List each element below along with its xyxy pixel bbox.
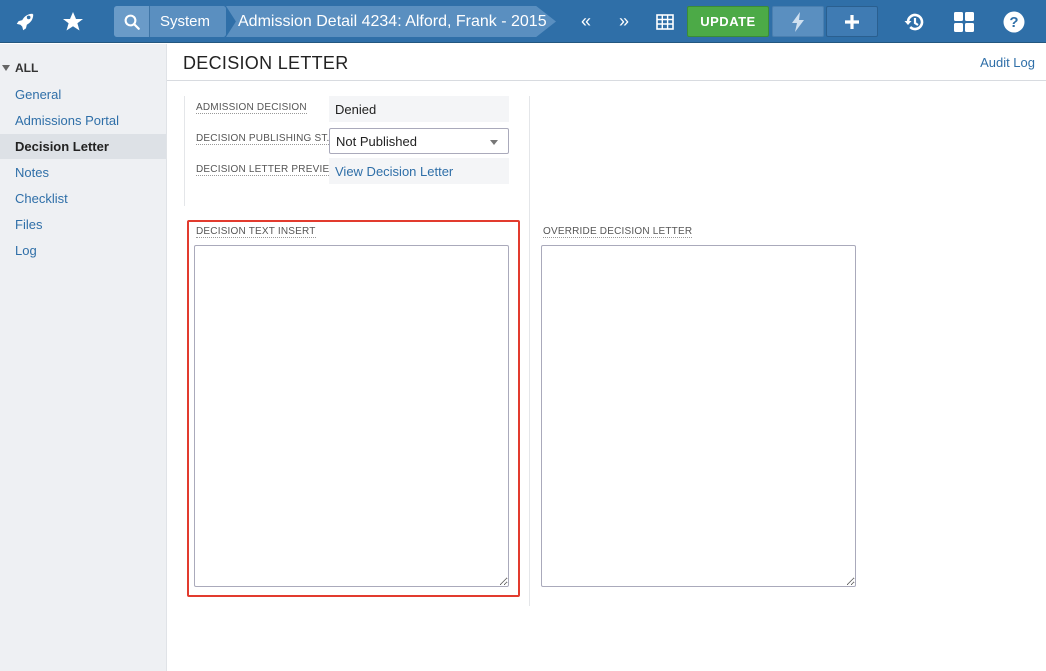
panel-divider — [529, 96, 530, 606]
admission-decision-label: ADMISSION DECISION — [196, 102, 307, 114]
svg-text:?: ? — [1009, 14, 1018, 31]
previous-record-button[interactable]: « — [570, 0, 602, 43]
view-decision-letter-link[interactable]: View Decision Letter — [335, 164, 453, 179]
decision-text-insert-textarea[interactable] — [194, 245, 509, 587]
next-record-button[interactable]: » — [608, 0, 640, 43]
admission-decision-value: Denied — [329, 96, 509, 122]
update-button[interactable]: UPDATE — [687, 6, 769, 37]
plus-icon[interactable] — [826, 6, 878, 37]
sidebar-item-log[interactable]: Log — [0, 238, 166, 263]
record-breadcrumb: Admission Detail 4234: Alford, Frank - 2… — [226, 6, 556, 37]
sidebar-root-label: ALL — [15, 61, 39, 75]
table-icon[interactable] — [648, 0, 682, 43]
page-title: DECISION LETTER — [183, 53, 349, 73]
letter-preview-field: View Decision Letter — [329, 158, 509, 184]
sidebar-item-general[interactable]: General — [0, 82, 166, 107]
letter-preview-label: DECISION LETTER PREVIEW — [196, 164, 339, 176]
search-group: System — [114, 6, 226, 37]
publishing-status-label: DECISION PUBLISHING ST... — [196, 133, 336, 145]
sidebar: ALL General Admissions Portal Decision L… — [0, 44, 167, 671]
lightning-icon[interactable] — [772, 6, 824, 37]
star-icon[interactable] — [54, 0, 92, 43]
top-navigation-bar: System Admission Detail 4234: Alford, Fr… — [0, 0, 1046, 43]
rocket-icon[interactable] — [6, 0, 44, 43]
apps-grid-icon[interactable] — [945, 0, 983, 43]
sidebar-item-admissions-portal[interactable]: Admissions Portal — [0, 108, 166, 133]
audit-log-link[interactable]: Audit Log — [980, 55, 1035, 70]
override-decision-letter-textarea[interactable] — [541, 245, 856, 587]
search-scope-selector[interactable]: System — [150, 6, 226, 37]
sidebar-item-checklist[interactable]: Checklist — [0, 186, 166, 211]
panel-divider — [184, 96, 185, 206]
help-icon[interactable]: ? — [995, 0, 1033, 43]
override-decision-letter-label: OVERRIDE DECISION LETTER — [543, 226, 693, 238]
sidebar-root-all[interactable]: ALL — [0, 60, 38, 76]
chevron-down-icon — [490, 140, 498, 145]
title-divider — [167, 80, 1046, 81]
sidebar-item-files[interactable]: Files — [0, 212, 166, 237]
publishing-status-select[interactable]: Not Published — [329, 128, 509, 154]
sidebar-item-decision-letter[interactable]: Decision Letter — [0, 134, 166, 159]
sidebar-item-notes[interactable]: Notes — [0, 160, 166, 185]
history-icon[interactable] — [896, 0, 934, 43]
caret-down-icon — [2, 65, 10, 71]
decision-text-insert-label: DECISION TEXT INSERT — [196, 226, 316, 238]
search-icon[interactable] — [114, 6, 150, 37]
publishing-status-value: Not Published — [336, 133, 417, 149]
